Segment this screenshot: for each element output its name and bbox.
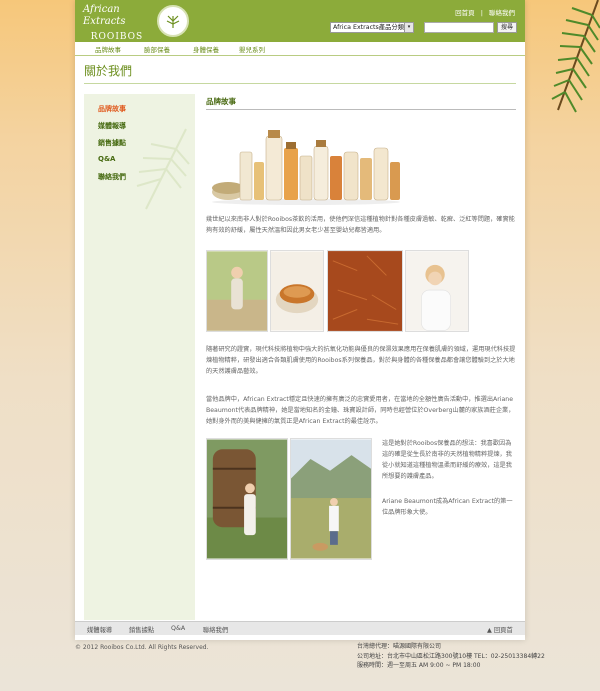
page-container: African Extracts ROOIBOS 回首頁 | 聯絡我們 Afri… bbox=[75, 0, 525, 640]
paragraph-ambassador: 當他品牌中，African Extract穩定且快速的擁有廣泛的忠實愛用者，在當… bbox=[206, 396, 515, 425]
copyright-text: © 2012 Rooibos Co.Ltd. All Rights Reserv… bbox=[75, 644, 209, 651]
photo-woman-wine-barrel bbox=[206, 438, 288, 560]
company-distributor: 台灣總代理：喵源國際有限公司 bbox=[357, 643, 442, 650]
paragraph-quote: 這是她對於Rooibos保養品的想法：我喜歡因為這的確是從生長於南非的天然植物精… bbox=[382, 440, 512, 480]
header-bar: African Extracts ROOIBOS 回首頁 | 聯絡我們 Afri… bbox=[75, 0, 525, 42]
logo-text-line2: ROOIBOS bbox=[90, 32, 144, 42]
footer-link-media[interactable]: 媒體報導 bbox=[87, 625, 112, 634]
footer-link-qa[interactable]: Q&A bbox=[171, 625, 185, 632]
leaf-watermark-icon bbox=[136, 128, 190, 210]
content-title: 品牌故事 bbox=[206, 97, 236, 106]
search-button[interactable]: 搜尋 bbox=[497, 22, 517, 33]
category-select[interactable]: Africa Extracts產品分類 ▾ bbox=[330, 22, 414, 33]
footer-link-stores[interactable]: 銷售據點 bbox=[129, 625, 154, 634]
toplink-divider: | bbox=[480, 9, 483, 17]
page-title: 關於我們 bbox=[84, 64, 133, 78]
photo-tea-cup bbox=[270, 250, 324, 332]
photo-woman-walking-dog bbox=[290, 438, 372, 560]
sidebar-item-qa[interactable]: Q&A bbox=[98, 155, 115, 163]
nav-item-baby-series[interactable]: 嬰兒系列 bbox=[239, 44, 265, 54]
quality-seal-icon bbox=[157, 5, 189, 37]
sidebar-item-media[interactable]: 媒體報導 bbox=[98, 121, 126, 131]
back-to-top-link[interactable]: ▲ 回頁首 bbox=[487, 625, 513, 634]
footer-bar: 媒體報導 銷售據點 Q&A 聯絡我們 ▲ 回頁首 bbox=[75, 621, 525, 635]
sidebar-item-stores[interactable]: 銷售據點 bbox=[98, 138, 126, 148]
sidebar-item-brand-story[interactable]: 品牌故事 bbox=[98, 104, 126, 114]
brand-logo[interactable]: African Extracts ROOIBOS bbox=[83, 4, 151, 42]
sidebar-item-contact[interactable]: 聯絡我們 bbox=[98, 172, 126, 182]
main-nav: 品牌故事 臉部保養 身體保養 嬰兒系列 bbox=[75, 42, 525, 56]
chevron-down-icon: ▾ bbox=[404, 23, 413, 32]
footer-link-contact[interactable]: 聯絡我們 bbox=[203, 625, 228, 634]
home-link[interactable]: 回首頁 bbox=[455, 9, 475, 17]
paragraph-intro: 幾世紀以來南非人對於Rooibos茶飲的活用，使他們深信這種植物針對各種皮膚過敏… bbox=[206, 216, 515, 234]
paragraph-brand-image: Ariane Beaumont成為African Extract的第一位品牌形象… bbox=[382, 498, 513, 516]
company-info: 台灣總代理：喵源國際有限公司 公司地址：台北市中山區松江路300號10樓 TEL… bbox=[357, 642, 545, 671]
company-address: 公司地址：台北市中山區松江路300號10樓 TEL：02-25013384轉22 bbox=[357, 652, 545, 660]
logo-text-line1: African Extracts bbox=[83, 4, 126, 27]
nav-item-brand-story[interactable]: 品牌故事 bbox=[95, 44, 121, 54]
title-divider bbox=[84, 83, 516, 84]
photo-woman-in-field bbox=[206, 250, 268, 332]
nav-item-face-care[interactable]: 臉部保養 bbox=[144, 44, 170, 54]
company-hours: 服務時間：週一至周五 AM 9:00 ~ PM 18:00 bbox=[357, 662, 481, 669]
paragraph-research: 隨著研究的證實，現代科技將植物中強大的抗氧化功能與優良的保濕效果應用在保養肌膚的… bbox=[206, 346, 516, 375]
photo-woman-with-cup bbox=[405, 250, 469, 332]
top-links: 回首頁 | 聯絡我們 bbox=[451, 7, 515, 17]
contact-link[interactable]: 聯絡我們 bbox=[489, 9, 515, 17]
nav-item-body-care[interactable]: 身體保養 bbox=[193, 44, 219, 54]
search-input[interactable] bbox=[424, 22, 494, 33]
content-divider bbox=[206, 109, 516, 110]
sidebar: 品牌故事 媒體報導 銷售據點 Q&A 聯絡我們 bbox=[84, 94, 195, 620]
category-select-value: Africa Extracts產品分類 bbox=[333, 24, 404, 31]
palm-leaf-decoration bbox=[551, 0, 600, 113]
photo-rooibos-leaves bbox=[327, 250, 403, 332]
product-lineup-image bbox=[212, 130, 400, 205]
